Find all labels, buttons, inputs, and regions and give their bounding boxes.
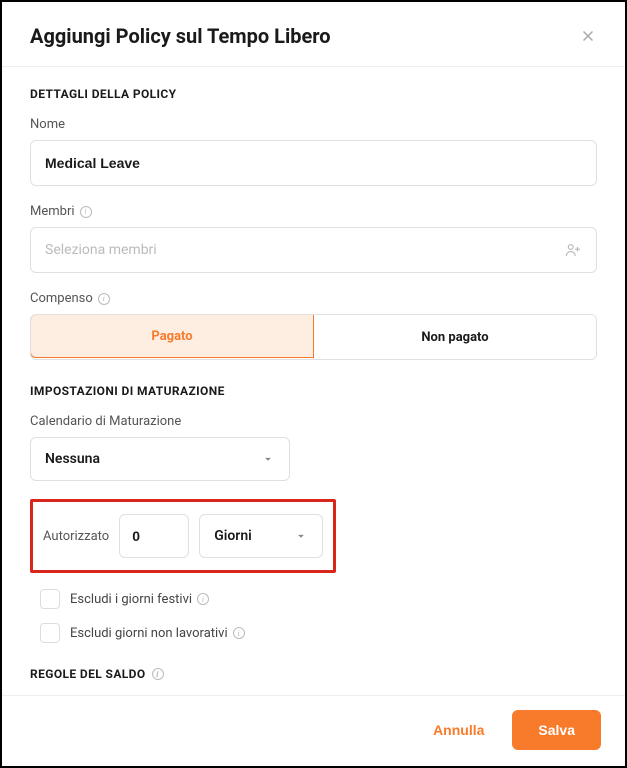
modal-body: DETTAGLI DELLA POLICY Nome Membri i Sele…: [2, 67, 625, 695]
exclude-holidays-label: Escludi i giorni festivi i: [70, 592, 209, 607]
allowed-label: Autorizzato: [43, 529, 109, 544]
info-icon: i: [197, 593, 209, 605]
modal-header: Aggiungi Policy sul Tempo Libero: [2, 2, 625, 67]
info-icon: i: [98, 293, 110, 305]
info-icon: i: [233, 627, 245, 639]
user-add-icon: [564, 242, 582, 258]
section-heading-details: DETTAGLI DELLA POLICY: [30, 87, 597, 101]
info-icon: i: [80, 206, 92, 218]
balance-heading-text: REGOLE DEL SALDO: [30, 667, 146, 681]
field-compensation: Compenso i Pagato Non pagato: [30, 291, 597, 360]
compensation-label: Compenso i: [30, 291, 597, 306]
section-heading-accrual: IMPOSTAZIONI DI MATURAZIONE: [30, 384, 597, 398]
field-members: Membri i Seleziona membri: [30, 204, 597, 273]
exclude-nonworking-label-text: Escludi giorni non lavorativi: [70, 626, 228, 641]
schedule-value: Nessuna: [45, 451, 100, 467]
field-name: Nome: [30, 117, 597, 186]
section-heading-balance: REGOLE DEL SALDO i: [30, 667, 597, 681]
exclude-holidays-row: Escludi i giorni festivi i: [30, 589, 597, 609]
exclude-holidays-label-text: Escludi i giorni festivi: [70, 592, 192, 607]
unit-select[interactable]: Giorni: [199, 514, 323, 558]
exclude-holidays-checkbox[interactable]: [40, 589, 60, 609]
close-icon: [579, 27, 597, 45]
save-button[interactable]: Salva: [512, 710, 601, 750]
segment-paid[interactable]: Pagato: [30, 314, 314, 358]
name-label: Nome: [30, 117, 597, 132]
modal-footer: Annulla Salva: [2, 695, 625, 766]
schedule-select[interactable]: Nessuna: [30, 437, 290, 481]
field-schedule: Calendario di Maturazione Nessuna: [30, 414, 597, 481]
modal-title: Aggiungi Policy sul Tempo Libero: [30, 24, 331, 48]
members-select[interactable]: Seleziona membri: [30, 227, 597, 273]
cancel-button[interactable]: Annulla: [421, 712, 496, 748]
members-placeholder: Seleziona membri: [45, 242, 157, 258]
segment-unpaid[interactable]: Non pagato: [313, 315, 596, 359]
exclude-nonworking-row: Escludi giorni non lavorativi i: [30, 623, 597, 643]
compensation-segmented: Pagato Non pagato: [30, 314, 597, 360]
members-label: Membri i: [30, 204, 597, 219]
chevron-down-icon: [261, 452, 275, 466]
members-label-text: Membri: [30, 204, 75, 219]
exclude-nonworking-checkbox[interactable]: [40, 623, 60, 643]
schedule-label: Calendario di Maturazione: [30, 414, 597, 429]
compensation-label-text: Compenso: [30, 291, 93, 306]
modal: Aggiungi Policy sul Tempo Libero DETTAGL…: [0, 0, 627, 768]
allowed-input[interactable]: [119, 514, 189, 558]
chevron-down-icon: [294, 529, 308, 543]
name-input[interactable]: [30, 140, 597, 186]
unit-value: Giorni: [214, 528, 252, 544]
close-button[interactable]: [579, 27, 597, 45]
exclude-nonworking-label: Escludi giorni non lavorativi i: [70, 626, 245, 641]
allowed-highlight: Autorizzato Giorni: [30, 499, 336, 573]
info-icon: i: [152, 668, 164, 680]
